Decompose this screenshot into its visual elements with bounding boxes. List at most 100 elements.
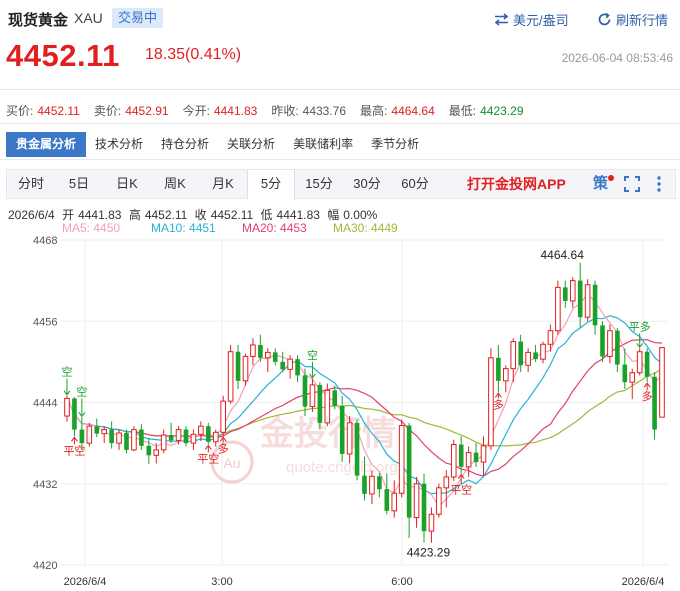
ohlc-date: 2026/6/4: [8, 208, 55, 222]
candle-body: [280, 361, 285, 370]
signal-marker: 平空: [197, 451, 219, 465]
candle-body: [413, 483, 420, 519]
candle-body: [644, 351, 650, 377]
candle-body: [503, 368, 509, 382]
candle-body: [629, 372, 636, 383]
signal-marker: 平空: [450, 483, 472, 497]
candle-body: [473, 452, 479, 463]
candle-body: [443, 476, 450, 489]
candle-body: [518, 341, 523, 366]
price-change: 18.35(0.41%): [145, 46, 242, 63]
ohlc-low: 4441.83: [276, 208, 320, 222]
candle-body: [309, 384, 316, 408]
candle-body: [569, 280, 576, 302]
candle-body: [242, 355, 249, 382]
candle-body: [525, 351, 531, 366]
swap-arrows-icon: [494, 13, 509, 26]
tab-correlation-analysis[interactable]: 关联分析: [218, 132, 284, 157]
tab-period-15min[interactable]: 15分: [295, 170, 343, 198]
candle-body: [94, 426, 100, 434]
last-price: 4452.11: [6, 38, 120, 73]
tab-fed-rate[interactable]: 美联储利率: [284, 132, 362, 157]
candle-body: [64, 397, 70, 417]
x-tick-label: 3:00: [211, 576, 232, 588]
candle-body: [421, 483, 427, 532]
candle-body: [636, 351, 643, 374]
tab-period-weekly[interactable]: 周K: [151, 170, 199, 198]
candle-body: [607, 330, 613, 357]
candle-body: [116, 432, 122, 444]
ohlc-amplitude: 0.00%: [343, 208, 378, 222]
tab-period-60min[interactable]: 60分: [391, 170, 439, 198]
candle-body: [175, 429, 182, 441]
divider: [0, 123, 680, 124]
candle-body: [547, 330, 554, 345]
candle-body: [235, 351, 241, 381]
candlestick-chart[interactable]: 4468 4456 4444 4432 4420 2026/6/4 3:00 6:00 2026…: [0, 230, 680, 591]
candle-body: [592, 284, 598, 326]
candle-body: [153, 449, 160, 456]
candle-body: [72, 398, 77, 430]
candle-body: [302, 375, 308, 407]
candle-body: [659, 347, 665, 418]
header: 现货黄金 XAU 交易中 美元/盎司 刷新行情: [0, 0, 680, 38]
tab-period-5min[interactable]: 5分: [247, 170, 295, 200]
candle-body: [168, 435, 174, 441]
strategy-button[interactable]: 策: [593, 170, 615, 198]
candle-body: [354, 422, 360, 476]
candle-body: [615, 330, 620, 365]
candle-body: [450, 443, 457, 478]
candle-body: [124, 432, 129, 450]
signal-marker: 多: [642, 389, 653, 403]
candle-body: [369, 475, 375, 495]
candle-body: [377, 476, 382, 490]
divider: [0, 89, 680, 90]
max-price-label: 4464.64: [540, 248, 584, 262]
tab-period-30min[interactable]: 30分: [343, 170, 391, 198]
unit-button[interactable]: 美元/盎司: [494, 10, 569, 29]
candle-body: [198, 425, 204, 435]
watermark-logo-text: Au: [223, 455, 240, 471]
y-tick-label: 4420: [33, 560, 57, 572]
candle-body: [510, 341, 517, 370]
tab-period-5day[interactable]: 5日: [55, 170, 103, 198]
stats-row: 买价: 4452.11 卖价: 4452.91 今开: 4441.83 昨收: 4433…: [6, 102, 538, 119]
signal-marker: 平多: [629, 319, 651, 333]
y-tick-label: 4468: [33, 235, 57, 247]
analysis-tabs: 贵金属分析 技术分析 持仓分析 关联分析 美联储利率 季节分析: [6, 132, 428, 157]
tab-period-daily[interactable]: 日K: [103, 170, 151, 198]
signal-marker: 空: [76, 384, 87, 398]
signal-marker: 空: [307, 348, 318, 362]
candle-body: [272, 352, 278, 362]
candle-body: [465, 452, 472, 468]
refresh-button[interactable]: 刷新行情: [597, 10, 668, 29]
candle-body: [339, 405, 345, 454]
tab-technical-analysis[interactable]: 技术分析: [86, 132, 152, 157]
fullscreen-icon[interactable]: [624, 176, 640, 192]
candle-body: [496, 357, 501, 381]
tab-period-intraday[interactable]: 分时: [7, 170, 55, 198]
candle-body: [86, 425, 93, 444]
candle-body: [206, 426, 211, 442]
candle-body: [160, 434, 167, 451]
ohlc-close: 4452.11: [210, 208, 254, 222]
more-options-icon[interactable]: [656, 176, 662, 192]
candle-body: [436, 487, 442, 515]
candle-body: [584, 284, 591, 318]
candle-body: [317, 384, 323, 423]
x-tick-label: 2026/6/4: [622, 576, 665, 588]
candle-body: [265, 351, 271, 359]
tab-seasonal-analysis[interactable]: 季节分析: [362, 132, 428, 157]
signal-marker: 多: [493, 397, 504, 411]
stat-open: 今开: 4441.83: [182, 104, 258, 118]
signal-marker: 多: [218, 441, 229, 455]
tab-precious-metal-analysis[interactable]: 贵金属分析: [6, 132, 87, 157]
candle-body: [540, 343, 546, 360]
tab-position-analysis[interactable]: 持仓分析: [152, 132, 218, 157]
stat-high: 最高: 4464.64: [360, 104, 435, 118]
tab-period-monthly[interactable]: 月K: [199, 170, 247, 198]
candle-body: [398, 425, 405, 494]
x-tick-label: 6:00: [391, 576, 412, 588]
candle-body: [146, 445, 152, 456]
open-app-link[interactable]: 打开金投网APP: [467, 170, 566, 198]
